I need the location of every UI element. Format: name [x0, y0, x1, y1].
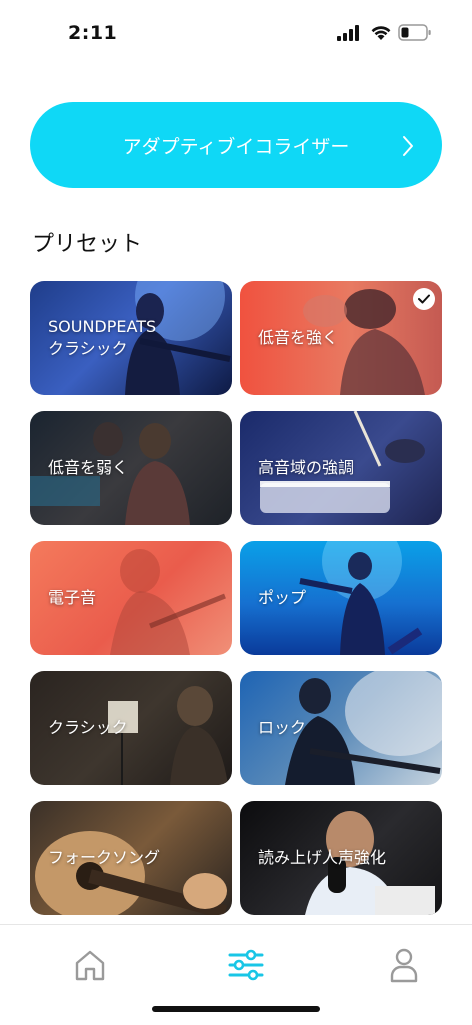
- equalizer-icon: [228, 949, 264, 981]
- presets-title: プリセット: [32, 232, 143, 257]
- preset-label: ロック: [258, 718, 307, 737]
- preset-card-rock[interactable]: ロック: [240, 671, 442, 785]
- selected-check-icon: [413, 288, 435, 310]
- preset-label: 低音を強く: [258, 328, 339, 347]
- preset-label: フォークソング: [48, 848, 161, 867]
- preset-label: ポップ: [258, 588, 307, 607]
- preset-card-classical[interactable]: クラシック: [30, 671, 232, 785]
- battery-icon: [398, 24, 431, 41]
- preset-card-vocal-enhance[interactable]: 読み上げ人声強化: [240, 801, 442, 915]
- preset-label: 電子音: [48, 588, 97, 607]
- preset-label: 低音を弱く: [48, 458, 129, 477]
- chevron-right-icon: [403, 136, 413, 156]
- preset-card-electronic[interactable]: 電子音: [30, 541, 232, 655]
- preset-card-bass-reduce[interactable]: 低音を弱く: [30, 411, 232, 525]
- profile-icon: [390, 948, 418, 983]
- preset-card-folk[interactable]: フォークソング: [30, 801, 232, 915]
- home-icon: [75, 950, 105, 981]
- adaptive-eq-button[interactable]: アダプティブイコライザー: [30, 102, 442, 188]
- tab-home[interactable]: [70, 945, 110, 985]
- preset-label: SOUNDPEATS クラシック: [48, 317, 157, 358]
- home-indicator: [152, 1006, 320, 1012]
- adaptive-eq-label: アダプティブイコライザー: [122, 135, 350, 158]
- preset-label: 読み上げ人声強化: [258, 848, 387, 867]
- tab-profile[interactable]: [384, 945, 424, 985]
- preset-card-bass-boost[interactable]: 低音を強く: [240, 281, 442, 395]
- wifi-icon: [371, 26, 391, 40]
- preset-card-soundpeats-classic[interactable]: SOUNDPEATS クラシック: [30, 281, 232, 395]
- cellular-signal-icon: [337, 25, 359, 41]
- status-bar: 2:11: [0, 0, 472, 70]
- preset-label: 高音域の強調: [258, 458, 355, 477]
- status-time: 2:11: [68, 22, 118, 44]
- tab-equalizer[interactable]: [226, 945, 266, 985]
- preset-card-treble-boost[interactable]: 高音域の強調: [240, 411, 442, 525]
- preset-card-pop[interactable]: ポップ: [240, 541, 442, 655]
- preset-label: クラシック: [48, 718, 128, 737]
